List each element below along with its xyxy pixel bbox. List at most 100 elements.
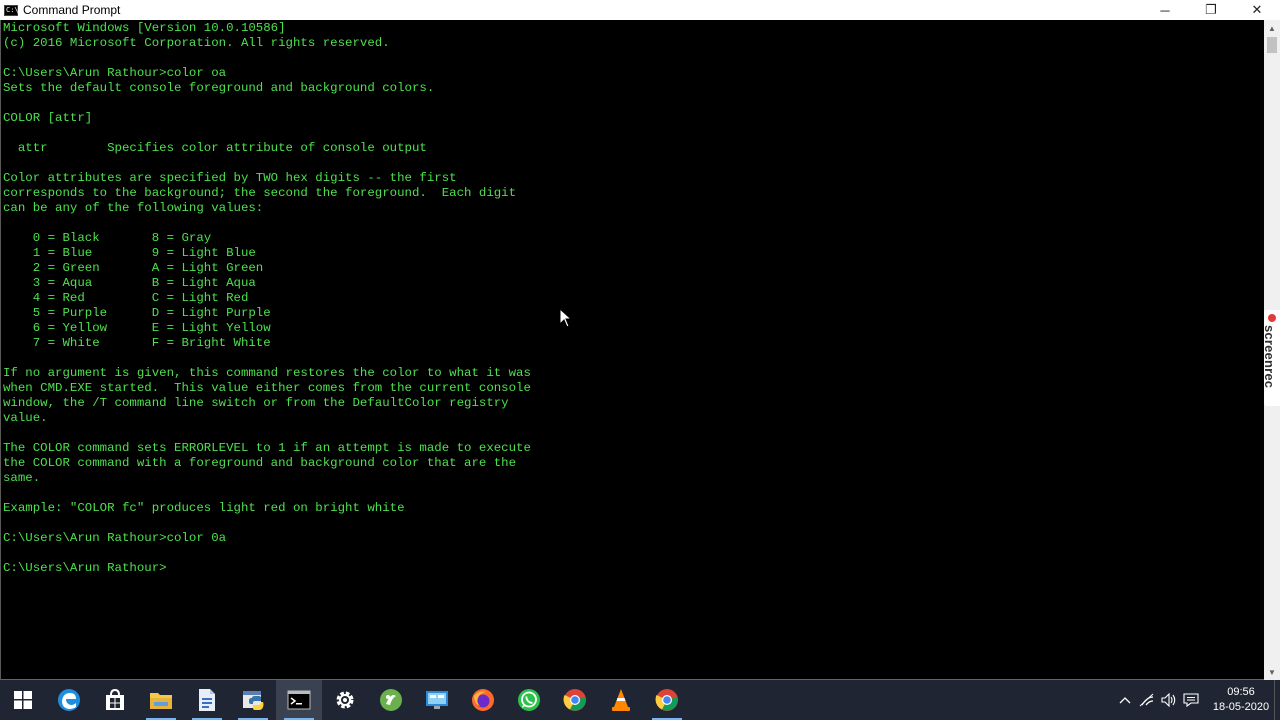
console-area[interactable]: Microsoft Windows [Version 10.0.10586] (c… <box>0 20 1264 680</box>
clock-time: 09:56 <box>1227 686 1255 698</box>
console-line: same. <box>3 471 41 485</box>
console-line: COLOR [attr] <box>3 111 93 125</box>
whatsapp-icon <box>518 689 540 711</box>
vlc-icon <box>612 689 630 711</box>
scroll-thumb[interactable] <box>1267 37 1277 53</box>
volume-icon <box>1161 693 1176 707</box>
console-line: (c) 2016 Microsoft Corporation. All righ… <box>3 36 390 50</box>
restore-button[interactable]: ❐ <box>1188 0 1234 20</box>
start-windows-icon <box>14 691 32 709</box>
console-line: Color attributes are specified by TWO he… <box>3 171 457 185</box>
console-line: Sets the default console foreground and … <box>3 81 435 95</box>
taskbar-document-app[interactable] <box>184 680 230 720</box>
action-center-button[interactable] <box>1180 680 1202 720</box>
console-line: 6 = Yellow E = Light Yellow <box>3 321 271 335</box>
system-tray: 09:56 18-05-2020 <box>1114 680 1280 720</box>
taskbar-command-prompt[interactable] <box>276 680 322 720</box>
taskbar-file-explorer[interactable] <box>138 680 184 720</box>
scroll-up-arrow[interactable]: ▲ <box>1264 20 1280 36</box>
taskbar-edge[interactable] <box>46 680 92 720</box>
window-title: Command Prompt <box>23 3 121 17</box>
console-line: 2 = Green A = Light Green <box>3 261 264 275</box>
chevron-up-icon <box>1119 697 1131 704</box>
network-button[interactable] <box>1136 680 1158 720</box>
taskbar-whatsapp[interactable] <box>506 680 552 720</box>
console-line: The COLOR command sets ERRORLEVEL to 1 i… <box>3 441 531 455</box>
console-line: 1 = Blue 9 = Light Blue <box>3 246 256 260</box>
settings-gear-icon <box>336 691 354 709</box>
taskbar-firefox[interactable] <box>460 680 506 720</box>
clock-date: 18-05-2020 <box>1212 701 1270 713</box>
store-icon <box>106 689 124 710</box>
console-line: corresponds to the background; the secon… <box>3 186 517 200</box>
command-prompt-icon <box>287 690 311 710</box>
taskbar-green-app[interactable] <box>368 680 414 720</box>
taskbar: 09:56 18-05-2020 <box>0 680 1280 720</box>
console-line: If no argument is given, this command re… <box>3 366 531 380</box>
console-line: Microsoft Windows [Version 10.0.10586] <box>3 21 286 35</box>
screenrec-label: screenrec <box>1262 325 1277 389</box>
command-prompt-app-icon[interactable]: C:\ <box>4 4 19 16</box>
console-line: Example: "COLOR fc" produces light red o… <box>3 501 405 515</box>
console-line: window, the /T command line switch or fr… <box>3 396 509 410</box>
console-line: 5 = Purple D = Light Purple <box>3 306 271 320</box>
console-line: 4 = Red C = Light Red <box>3 291 249 305</box>
console-line: 0 = Black 8 = Gray <box>3 231 212 245</box>
firefox-icon <box>472 689 494 711</box>
console-line: C:\Users\Arun Rathour>color 0a <box>3 531 227 545</box>
document-app-icon <box>199 689 215 711</box>
scroll-down-arrow[interactable]: ▼ <box>1264 664 1280 680</box>
computer-app-icon <box>426 691 448 709</box>
console-line: value. <box>3 411 48 425</box>
minimize-icon: ─ <box>1160 2 1170 18</box>
console-output: Microsoft Windows [Version 10.0.10586] (c… <box>3 21 531 576</box>
close-icon: ✕ <box>1251 2 1263 17</box>
clock[interactable]: 09:56 18-05-2020 <box>1208 685 1274 715</box>
console-line: C:\Users\Arun Rathour>color oa <box>3 66 227 80</box>
console-line: 7 = White F = Bright White <box>3 336 271 350</box>
show-desktop-button[interactable] <box>1274 680 1280 720</box>
console-line: 3 = Aqua B = Light Aqua <box>3 276 256 290</box>
taskbar-python-idle[interactable] <box>230 680 276 720</box>
console-line: can be any of the following values: <box>3 201 264 215</box>
python-idle-icon <box>243 691 264 710</box>
taskbar-chrome-profile[interactable] <box>644 680 690 720</box>
restore-icon: ❐ <box>1205 2 1217 17</box>
title-bar[interactable]: C:\ Command Prompt ─ ❐ ✕ <box>0 0 1280 20</box>
mouse-cursor-icon <box>559 308 573 328</box>
green-app-icon <box>380 689 402 711</box>
volume-button[interactable] <box>1158 680 1180 720</box>
start-button[interactable] <box>0 680 46 720</box>
screenrec-badge[interactable]: screenrec <box>1262 310 1280 406</box>
taskbar-computer-app[interactable] <box>414 680 460 720</box>
wifi-icon <box>1139 693 1154 707</box>
record-dot-icon <box>1268 314 1276 322</box>
console-line: C:\Users\Arun Rathour> <box>3 561 167 575</box>
notification-icon <box>1183 693 1199 707</box>
taskbar-store[interactable] <box>92 680 138 720</box>
file-explorer-icon <box>150 693 172 709</box>
close-button[interactable]: ✕ <box>1234 0 1280 20</box>
console-line: when CMD.EXE started. This value either … <box>3 381 531 395</box>
chrome-profile-icon <box>655 689 678 711</box>
console-line: the COLOR command with a foreground and … <box>3 456 517 470</box>
window-controls: ─ ❐ ✕ <box>1142 0 1280 20</box>
console-line: attr Specifies color attribute of consol… <box>3 141 427 155</box>
minimize-button[interactable]: ─ <box>1142 0 1188 20</box>
edge-browser-icon <box>58 689 80 711</box>
taskbar-settings[interactable] <box>322 680 368 720</box>
chrome-icon <box>563 689 586 711</box>
tray-overflow-button[interactable] <box>1114 680 1136 720</box>
taskbar-vlc[interactable] <box>598 680 644 720</box>
taskbar-chrome[interactable] <box>552 680 598 720</box>
